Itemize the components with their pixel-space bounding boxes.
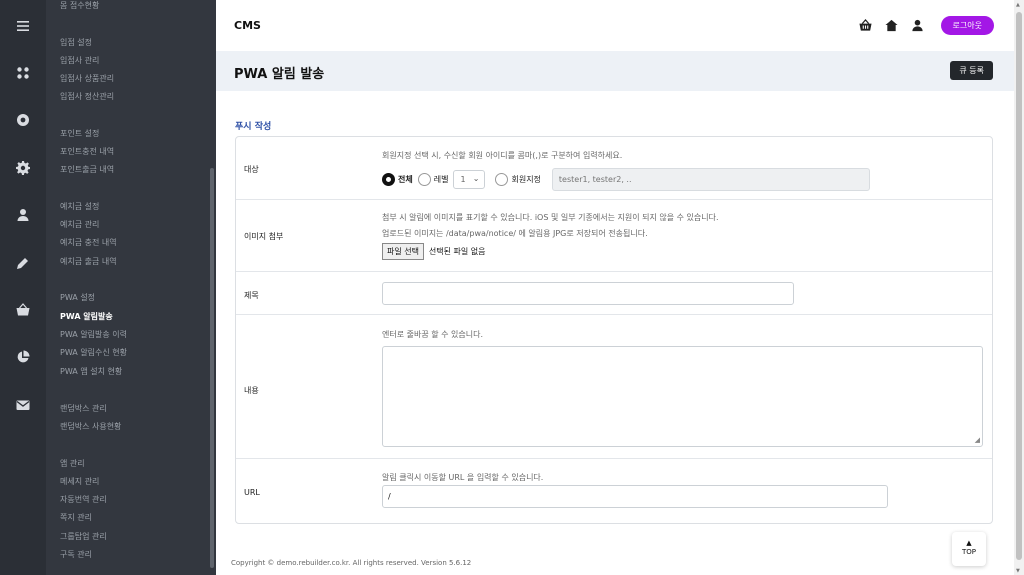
submenu-item-pwa-notify[interactable]: PWA 알림발송 bbox=[60, 311, 113, 322]
settings-circle-icon[interactable] bbox=[0, 108, 46, 132]
main-content: CMS 로그아웃 PWA 알림 발송 큐 등록 푸시 작성 대상 회원지정 선택… bbox=[216, 0, 1014, 575]
basket-icon[interactable] bbox=[855, 17, 877, 35]
submenu-item[interactable]: 자동번역 관리 bbox=[60, 494, 107, 505]
submenu-item[interactable]: 예치금 관리 bbox=[60, 219, 99, 230]
submenu-item[interactable]: PWA 앱 설치 현황 bbox=[60, 366, 122, 377]
url-input[interactable]: / bbox=[382, 485, 888, 508]
submenu-group-title[interactable]: 입점 설정 bbox=[60, 37, 92, 48]
home-icon[interactable] bbox=[881, 17, 903, 35]
subject-input[interactable] bbox=[382, 282, 794, 305]
url-label: URL bbox=[244, 488, 260, 497]
arrow-up-icon: ▲ bbox=[966, 539, 972, 547]
page-title: PWA 알림 발송 bbox=[234, 67, 325, 82]
form-row-image: 이미지 첨부 첨부 시 알림에 이미지를 표기할 수 있습니다. iOS 및 일… bbox=[236, 200, 992, 272]
page-scrollbar[interactable]: ▲ ▼ bbox=[1014, 0, 1024, 575]
scroll-up-icon[interactable]: ▲ bbox=[1016, 2, 1020, 8]
target-radio-group: 전체 레벨 1 ⌄ 회원지정 bbox=[382, 168, 870, 191]
submenu-item[interactable]: PWA 알림발송 이력 bbox=[60, 329, 127, 340]
submenu-group-title[interactable]: 예치금 설정 bbox=[60, 201, 99, 212]
image-help-text-2: 업로드된 이미지는 /data/pwa/notice/ 에 알림용 JPG로 저… bbox=[382, 229, 648, 238]
member-ids-input[interactable] bbox=[551, 168, 870, 191]
sub-menu: 몸 접수현황 입점 설정 입점사 관리 입점사 상품관리 입점사 정산관리 포인… bbox=[46, 0, 216, 575]
submenu-item[interactable]: PWA 알림수신 현황 bbox=[60, 347, 127, 358]
subject-label: 제목 bbox=[244, 291, 259, 300]
form-row-subject: 제목 bbox=[236, 272, 992, 315]
radio-member-label[interactable]: 회원지정 bbox=[511, 174, 540, 185]
basket-icon[interactable] bbox=[0, 298, 46, 322]
logout-button[interactable]: 로그아웃 bbox=[940, 16, 994, 35]
file-input[interactable]: 파일 선택 선택된 파일 없음 bbox=[382, 243, 485, 260]
queue-register-button[interactable]: 큐 등록 bbox=[950, 61, 993, 80]
file-choose-button[interactable]: 파일 선택 bbox=[382, 243, 424, 260]
content-label: 내용 bbox=[244, 386, 259, 395]
chevron-down-icon: ⌄ bbox=[472, 174, 480, 183]
submenu-item[interactable]: 그룹탑업 관리 bbox=[60, 531, 107, 542]
footer-copyright: Copyright © demo.rebuilder.co.kr. All ri… bbox=[231, 559, 472, 567]
submenu-item[interactable]: 랜덤박스 사용현황 bbox=[60, 421, 121, 432]
target-label: 대상 bbox=[244, 165, 259, 174]
user-icon[interactable] bbox=[0, 203, 46, 227]
submenu-item[interactable]: 쪽지 관리 bbox=[60, 512, 92, 523]
edit-icon[interactable] bbox=[0, 251, 46, 275]
submenu-item[interactable]: 예치금 출금 내역 bbox=[60, 256, 117, 267]
brand-logo[interactable]: CMS bbox=[234, 19, 261, 32]
form-row-target: 대상 회원지정 선택 시, 수신할 회원 아이디를 콤마(,)로 구분하여 입력… bbox=[236, 137, 992, 200]
menu-icon[interactable] bbox=[0, 14, 46, 38]
content-textarea[interactable]: ◢ bbox=[382, 346, 983, 447]
icon-rail bbox=[0, 0, 46, 575]
submenu-item[interactable]: 입점사 정산관리 bbox=[60, 91, 114, 102]
submenu-item[interactable]: 입점사 관리 bbox=[60, 55, 99, 66]
form-row-url: URL 알림 클릭시 이동할 URL 을 입력할 수 있습니다. / bbox=[236, 459, 992, 524]
apps-icon[interactable] bbox=[0, 61, 46, 85]
page-scroll-thumb[interactable] bbox=[1016, 12, 1022, 560]
radio-level-label[interactable]: 레벨 bbox=[434, 174, 449, 185]
level-select-value: 1 bbox=[460, 175, 466, 184]
radio-all[interactable] bbox=[382, 173, 395, 186]
level-select[interactable]: 1 ⌄ bbox=[453, 170, 486, 189]
push-form: 대상 회원지정 선택 시, 수신할 회원 아이디를 콤마(,)로 구분하여 입력… bbox=[235, 136, 993, 524]
header-actions: 로그아웃 bbox=[851, 16, 994, 35]
submenu-item[interactable]: 몸 접수현황 bbox=[60, 0, 99, 11]
gear-icon[interactable] bbox=[0, 156, 46, 180]
image-label: 이미지 첨부 bbox=[244, 232, 284, 241]
url-help-text: 알림 클릭시 이동할 URL 을 입력할 수 있습니다. bbox=[382, 473, 544, 482]
resize-grip-icon[interactable]: ◢ bbox=[975, 436, 980, 444]
section-title: 푸시 작성 bbox=[235, 122, 272, 132]
scroll-top-label: TOP bbox=[961, 548, 976, 556]
file-status: 선택된 파일 없음 bbox=[428, 247, 486, 256]
submenu-item[interactable]: 입점사 상품관리 bbox=[60, 73, 114, 84]
submenu-item[interactable]: 앱 관리 bbox=[60, 458, 85, 469]
radio-all-label[interactable]: 전체 bbox=[398, 174, 413, 185]
target-help-text: 회원지정 선택 시, 수신할 회원 아이디를 콤마(,)로 구분하여 입력하세요… bbox=[382, 151, 623, 160]
mail-icon[interactable] bbox=[0, 393, 46, 417]
submenu-item[interactable]: 예치금 충전 내역 bbox=[60, 237, 117, 248]
submenu-scrollbar[interactable] bbox=[210, 168, 214, 568]
image-help-text: 첨부 시 알림에 이미지를 표기할 수 있습니다. iOS 및 일부 기종에서는… bbox=[382, 213, 719, 222]
pie-chart-icon[interactable] bbox=[0, 345, 46, 369]
content-help-text: 엔터로 줄바꿈 할 수 있습니다. bbox=[382, 330, 484, 339]
top-bar: CMS 로그아웃 bbox=[216, 0, 1014, 50]
submenu-item[interactable]: 랜덤박스 관리 bbox=[60, 403, 107, 414]
scroll-down-icon[interactable]: ▼ bbox=[1016, 568, 1020, 574]
submenu-group-title[interactable]: 포인트 설정 bbox=[60, 128, 99, 139]
submenu-group-title[interactable]: PWA 설정 bbox=[60, 292, 95, 303]
scroll-top-button[interactable]: ▲ TOP bbox=[952, 532, 986, 566]
submenu-item[interactable]: 포인트출금 내역 bbox=[60, 164, 114, 175]
page-title-bar: PWA 알림 발송 큐 등록 bbox=[216, 51, 1014, 91]
radio-level[interactable] bbox=[417, 173, 431, 186]
radio-member[interactable] bbox=[495, 173, 509, 186]
submenu-item[interactable]: 구독 관리 bbox=[60, 549, 92, 560]
form-row-content: 내용 엔터로 줄바꿈 할 수 있습니다. ◢ bbox=[236, 315, 992, 459]
submenu-item[interactable]: 메세지 관리 bbox=[60, 476, 99, 487]
submenu-item[interactable]: 포인트충전 내역 bbox=[60, 146, 114, 157]
user-icon[interactable] bbox=[907, 17, 929, 35]
